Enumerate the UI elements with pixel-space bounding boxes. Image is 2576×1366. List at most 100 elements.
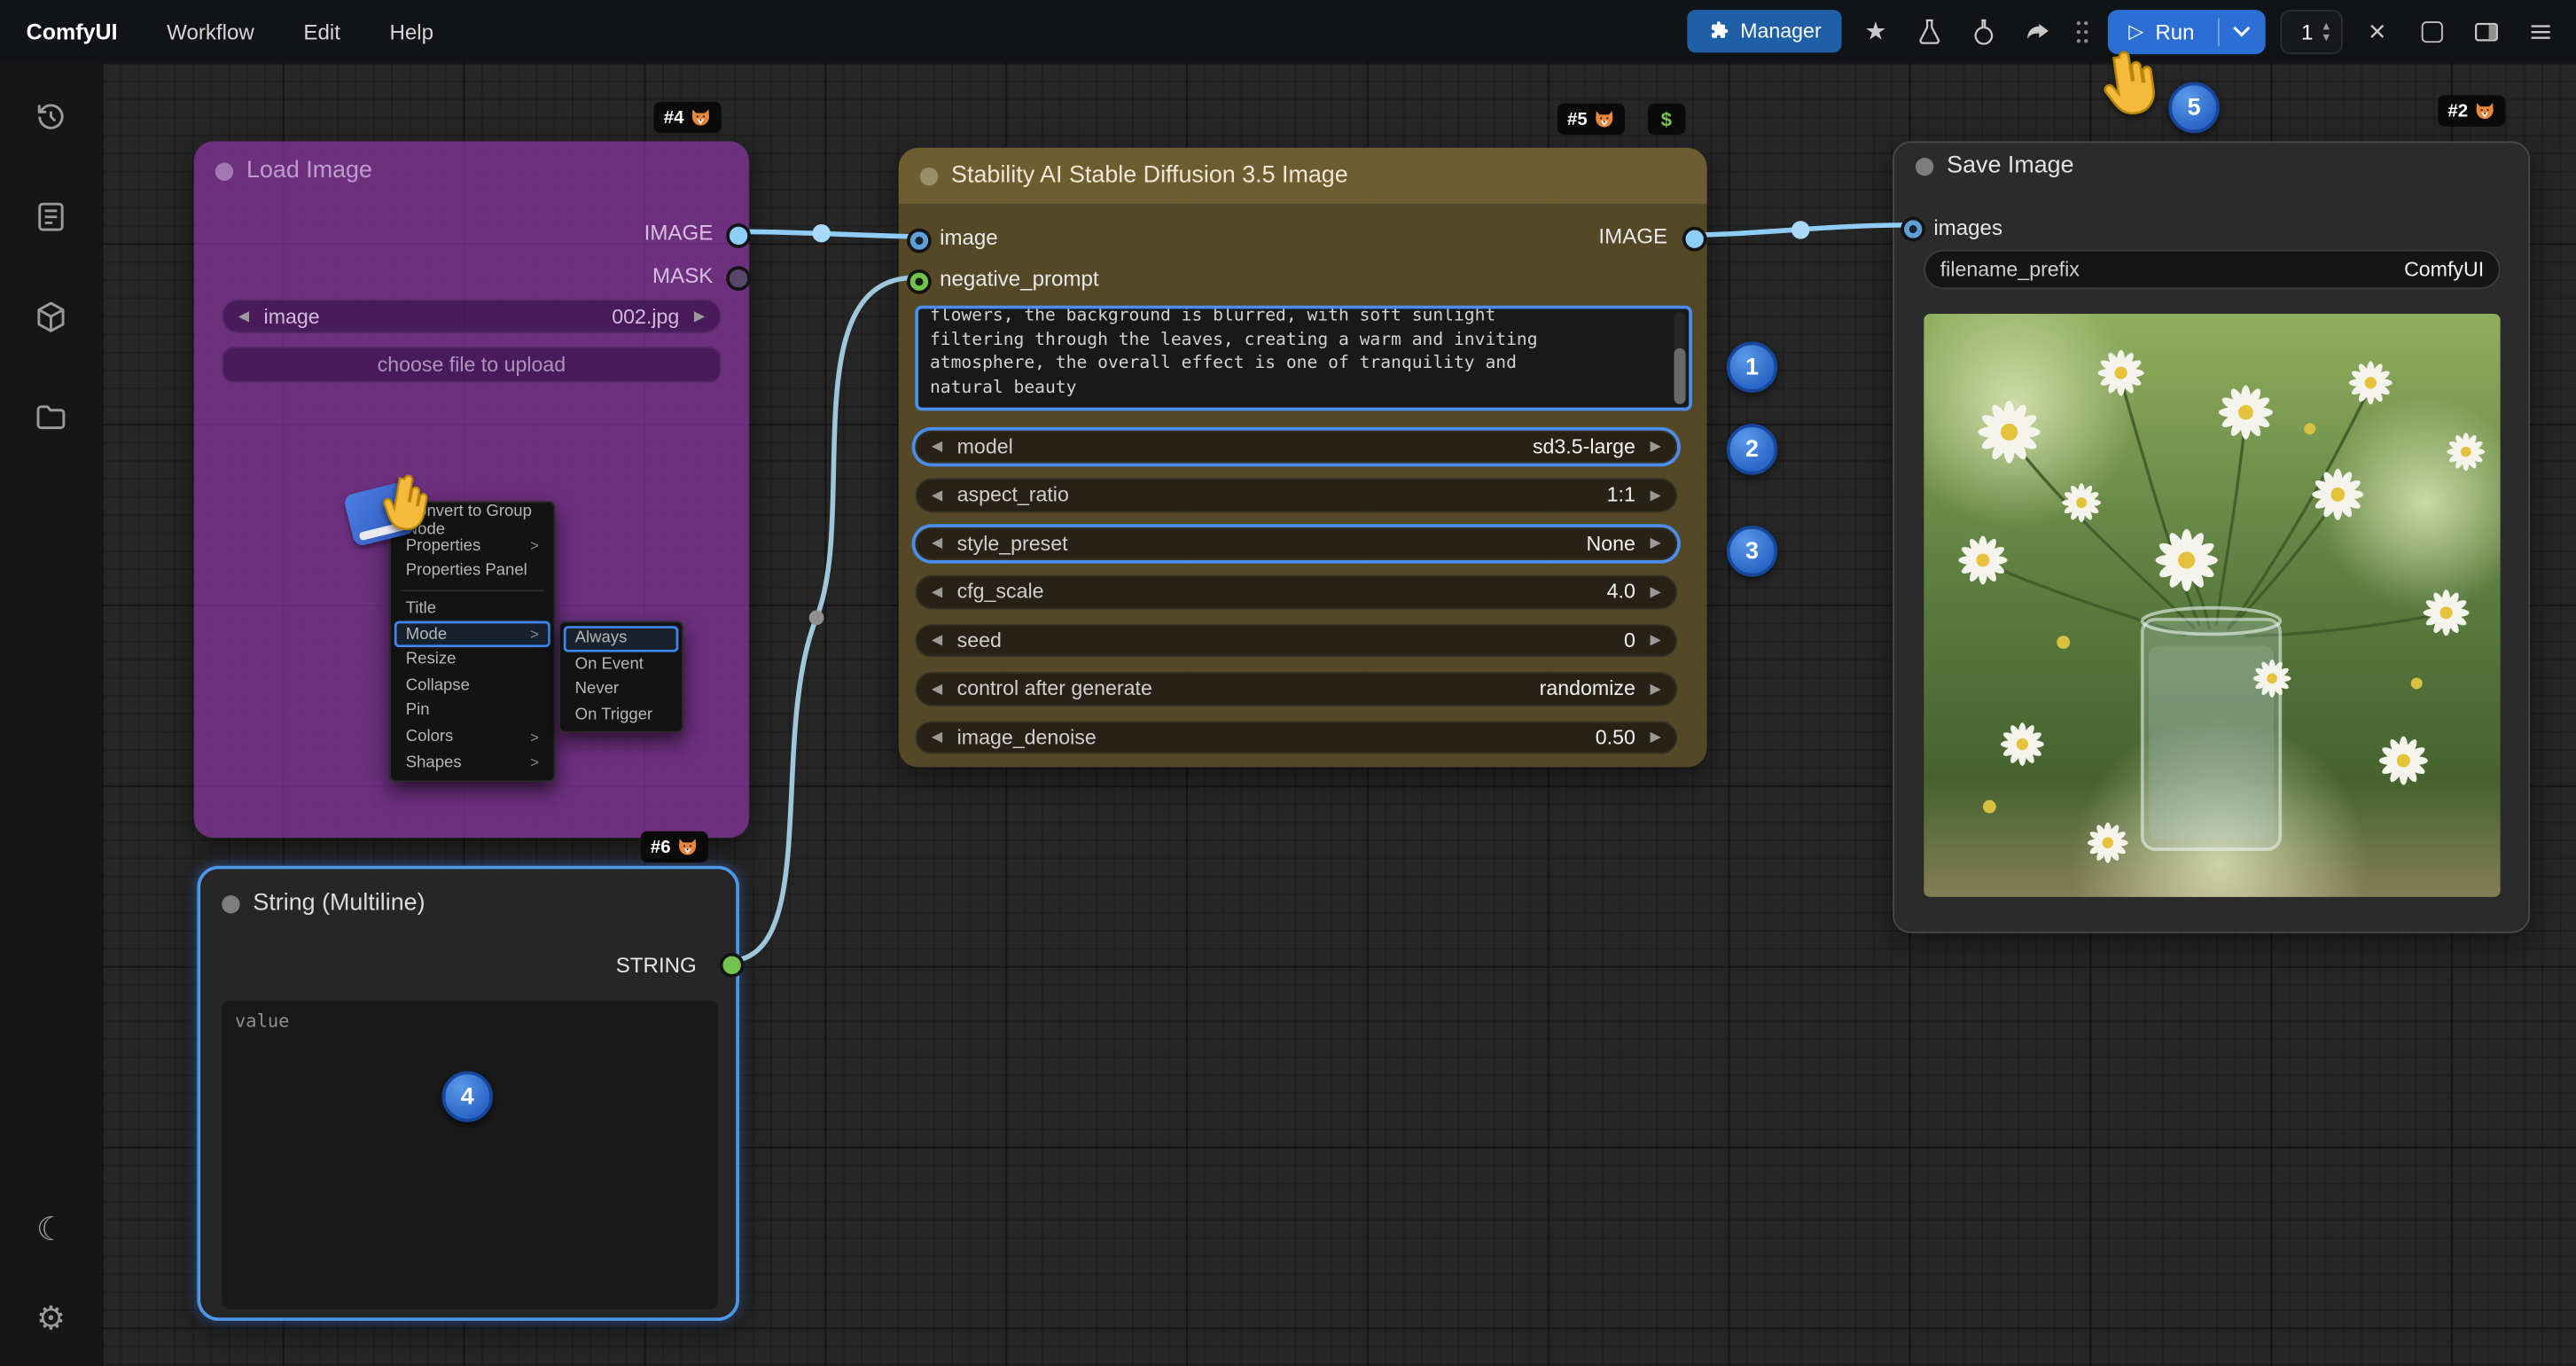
ctx-mode-on-trigger[interactable]: On Trigger <box>564 703 679 729</box>
mode-submenu: Always On Event Never On Trigger <box>558 621 683 734</box>
maximize-icon[interactable] <box>2412 12 2451 51</box>
ctx-shapes[interactable]: Shapes <box>394 750 550 776</box>
port-load-image-out[interactable] <box>725 222 750 247</box>
string-value-textarea[interactable]: value <box>222 1001 718 1309</box>
app-logo[interactable]: ComfyUI <box>27 19 118 43</box>
ctx-title[interactable]: Title <box>394 596 550 621</box>
textarea-scrollbar[interactable] <box>1674 312 1686 404</box>
round-flask-icon[interactable] <box>1964 12 2003 51</box>
ctx-mode[interactable]: Mode <box>394 621 550 647</box>
collapse-dot-icon[interactable] <box>1916 157 1933 175</box>
port-string-out[interactable] <box>719 952 744 977</box>
fox-icon <box>2475 100 2496 121</box>
share-icon[interactable] <box>2018 12 2057 51</box>
node-title: String (Multiline) <box>253 890 425 917</box>
fox-icon <box>1594 108 1615 129</box>
output-label-image: IMAGE <box>644 220 714 245</box>
ctx-resize[interactable]: Resize <box>394 647 550 673</box>
input-label-negative-prompt: negative_prompt <box>940 266 1098 291</box>
widget-aspect-ratio[interactable]: aspect_ratio 1:1 <box>915 478 1677 511</box>
widget-style-preset[interactable]: style_preset None <box>915 527 1677 560</box>
puzzle-icon <box>1707 20 1730 43</box>
workflows-list-icon[interactable] <box>27 192 76 242</box>
node-badge-5: #5 <box>1557 104 1625 135</box>
input-label-image: image <box>940 225 998 250</box>
port-load-mask-out[interactable] <box>725 265 750 290</box>
widget-seed[interactable]: seed 0 <box>915 623 1677 657</box>
widget-control-after-generate[interactable]: control after generate randomize <box>915 672 1677 706</box>
hand-pointing-icon <box>2088 45 2166 123</box>
step-down-icon[interactable]: ▾ <box>2323 31 2330 43</box>
step-badge-2: 2 <box>1727 424 1777 474</box>
node-badge-6: #6 <box>641 831 708 863</box>
node-title: Save Image <box>1947 152 2073 179</box>
batch-count-value: 1 <box>2301 19 2313 43</box>
manager-button[interactable]: Manager <box>1688 10 1841 52</box>
step-badge-1: 1 <box>1727 341 1777 392</box>
menu-help[interactable]: Help <box>389 19 433 43</box>
node-save-image[interactable]: Save Image images filename_prefix ComfyU… <box>1893 141 2530 933</box>
output-label-mask: MASK <box>652 263 713 288</box>
paid-api-badge: $ <box>1648 104 1685 135</box>
batch-count-stepper[interactable]: 1 ▴ ▾ <box>2280 9 2343 53</box>
hamburger-menu-icon[interactable] <box>2520 12 2559 51</box>
ctx-collapse[interactable]: Collapse <box>394 673 550 699</box>
ctx-mode-always[interactable]: Always <box>564 626 679 652</box>
widget-cfg-scale[interactable]: cfg_scale 4.0 <box>915 575 1677 609</box>
play-icon: ▷ <box>2128 20 2143 43</box>
widget-image-denoise[interactable]: image_denoise 0.50 <box>915 721 1677 754</box>
negative-prompt-textarea[interactable]: flowers, the background is blurred, with… <box>915 306 1692 411</box>
image-file-widget[interactable]: image 002.jpg <box>222 299 721 333</box>
model-library-icon[interactable] <box>27 293 76 342</box>
star-icon[interactable]: ★ <box>1856 12 1895 51</box>
step-badge-4: 4 <box>442 1071 493 1121</box>
fox-icon <box>691 106 712 128</box>
port-save-images-in[interactable] <box>1900 216 1924 241</box>
node-badge-4: #4 <box>654 102 722 133</box>
folder-icon[interactable] <box>27 393 76 442</box>
ctx-mode-on-event[interactable]: On Event <box>564 652 679 677</box>
fox-icon <box>677 836 699 857</box>
filename-prefix-widget[interactable]: filename_prefix ComfyUI <box>1924 250 2501 289</box>
collapse-dot-icon[interactable] <box>215 162 233 180</box>
ctx-colors[interactable]: Colors <box>394 724 550 750</box>
close-icon[interactable]: × <box>2357 12 2396 51</box>
node-context-menu: Convert to Group Node Properties Propert… <box>389 501 555 782</box>
theme-moon-icon[interactable]: ☾ <box>27 1205 76 1254</box>
sidebar: ☾ ⚙ <box>0 62 102 1366</box>
settings-gear-icon[interactable]: ⚙ <box>27 1293 76 1343</box>
widget-model[interactable]: model sd3.5-large <box>915 430 1677 464</box>
output-label-string: STRING <box>616 953 697 978</box>
menu-workflow[interactable]: Workflow <box>167 19 254 43</box>
collapse-dot-icon[interactable] <box>920 167 938 184</box>
collapse-dot-icon[interactable] <box>222 894 239 912</box>
run-options-button[interactable] <box>2219 9 2265 53</box>
node-title: Stability AI Stable Diffusion 3.5 Image <box>951 162 1348 189</box>
output-label-image: IMAGE <box>1598 223 1667 248</box>
run-button[interactable]: ▷ Run <box>2107 9 2217 53</box>
save-image-preview <box>1924 314 2501 897</box>
panel-toggle-icon[interactable] <box>2466 12 2505 51</box>
step-badge-3: 3 <box>1727 526 1777 576</box>
ctx-properties-panel[interactable]: Properties Panel <box>394 558 550 584</box>
node-title: Load Image <box>246 158 372 184</box>
drag-handle-icon[interactable] <box>2073 15 2092 48</box>
menu-edit[interactable]: Edit <box>303 19 340 43</box>
node-stability-sd35[interactable]: Stability AI Stable Diffusion 3.5 Image … <box>899 148 1707 768</box>
menubar: ComfyUI Workflow Edit Help Manager ★ <box>0 0 2576 62</box>
ctx-mode-never[interactable]: Never <box>564 677 679 703</box>
ctx-pin[interactable]: Pin <box>394 699 550 724</box>
flask-icon[interactable] <box>1910 12 1949 51</box>
node-badge-2: #2 <box>2438 95 2505 126</box>
comfyui-app: Load Image IMAGE MASK image 002.jpg choo… <box>0 0 2576 1366</box>
input-label-images: images <box>1933 215 2002 240</box>
port-sd-negative-prompt-in[interactable] <box>906 269 931 293</box>
port-sd-image-out[interactable] <box>1682 226 1706 251</box>
chevron-down-icon <box>2233 25 2251 38</box>
prompt-text: flowers, the background is blurred, with… <box>930 306 1666 400</box>
history-icon[interactable] <box>27 92 76 142</box>
upload-button[interactable]: choose file to upload <box>222 347 721 383</box>
run-button-group: ▷ Run <box>2107 9 2265 53</box>
port-sd-image-in[interactable] <box>906 228 931 253</box>
menu-separator <box>401 589 543 591</box>
